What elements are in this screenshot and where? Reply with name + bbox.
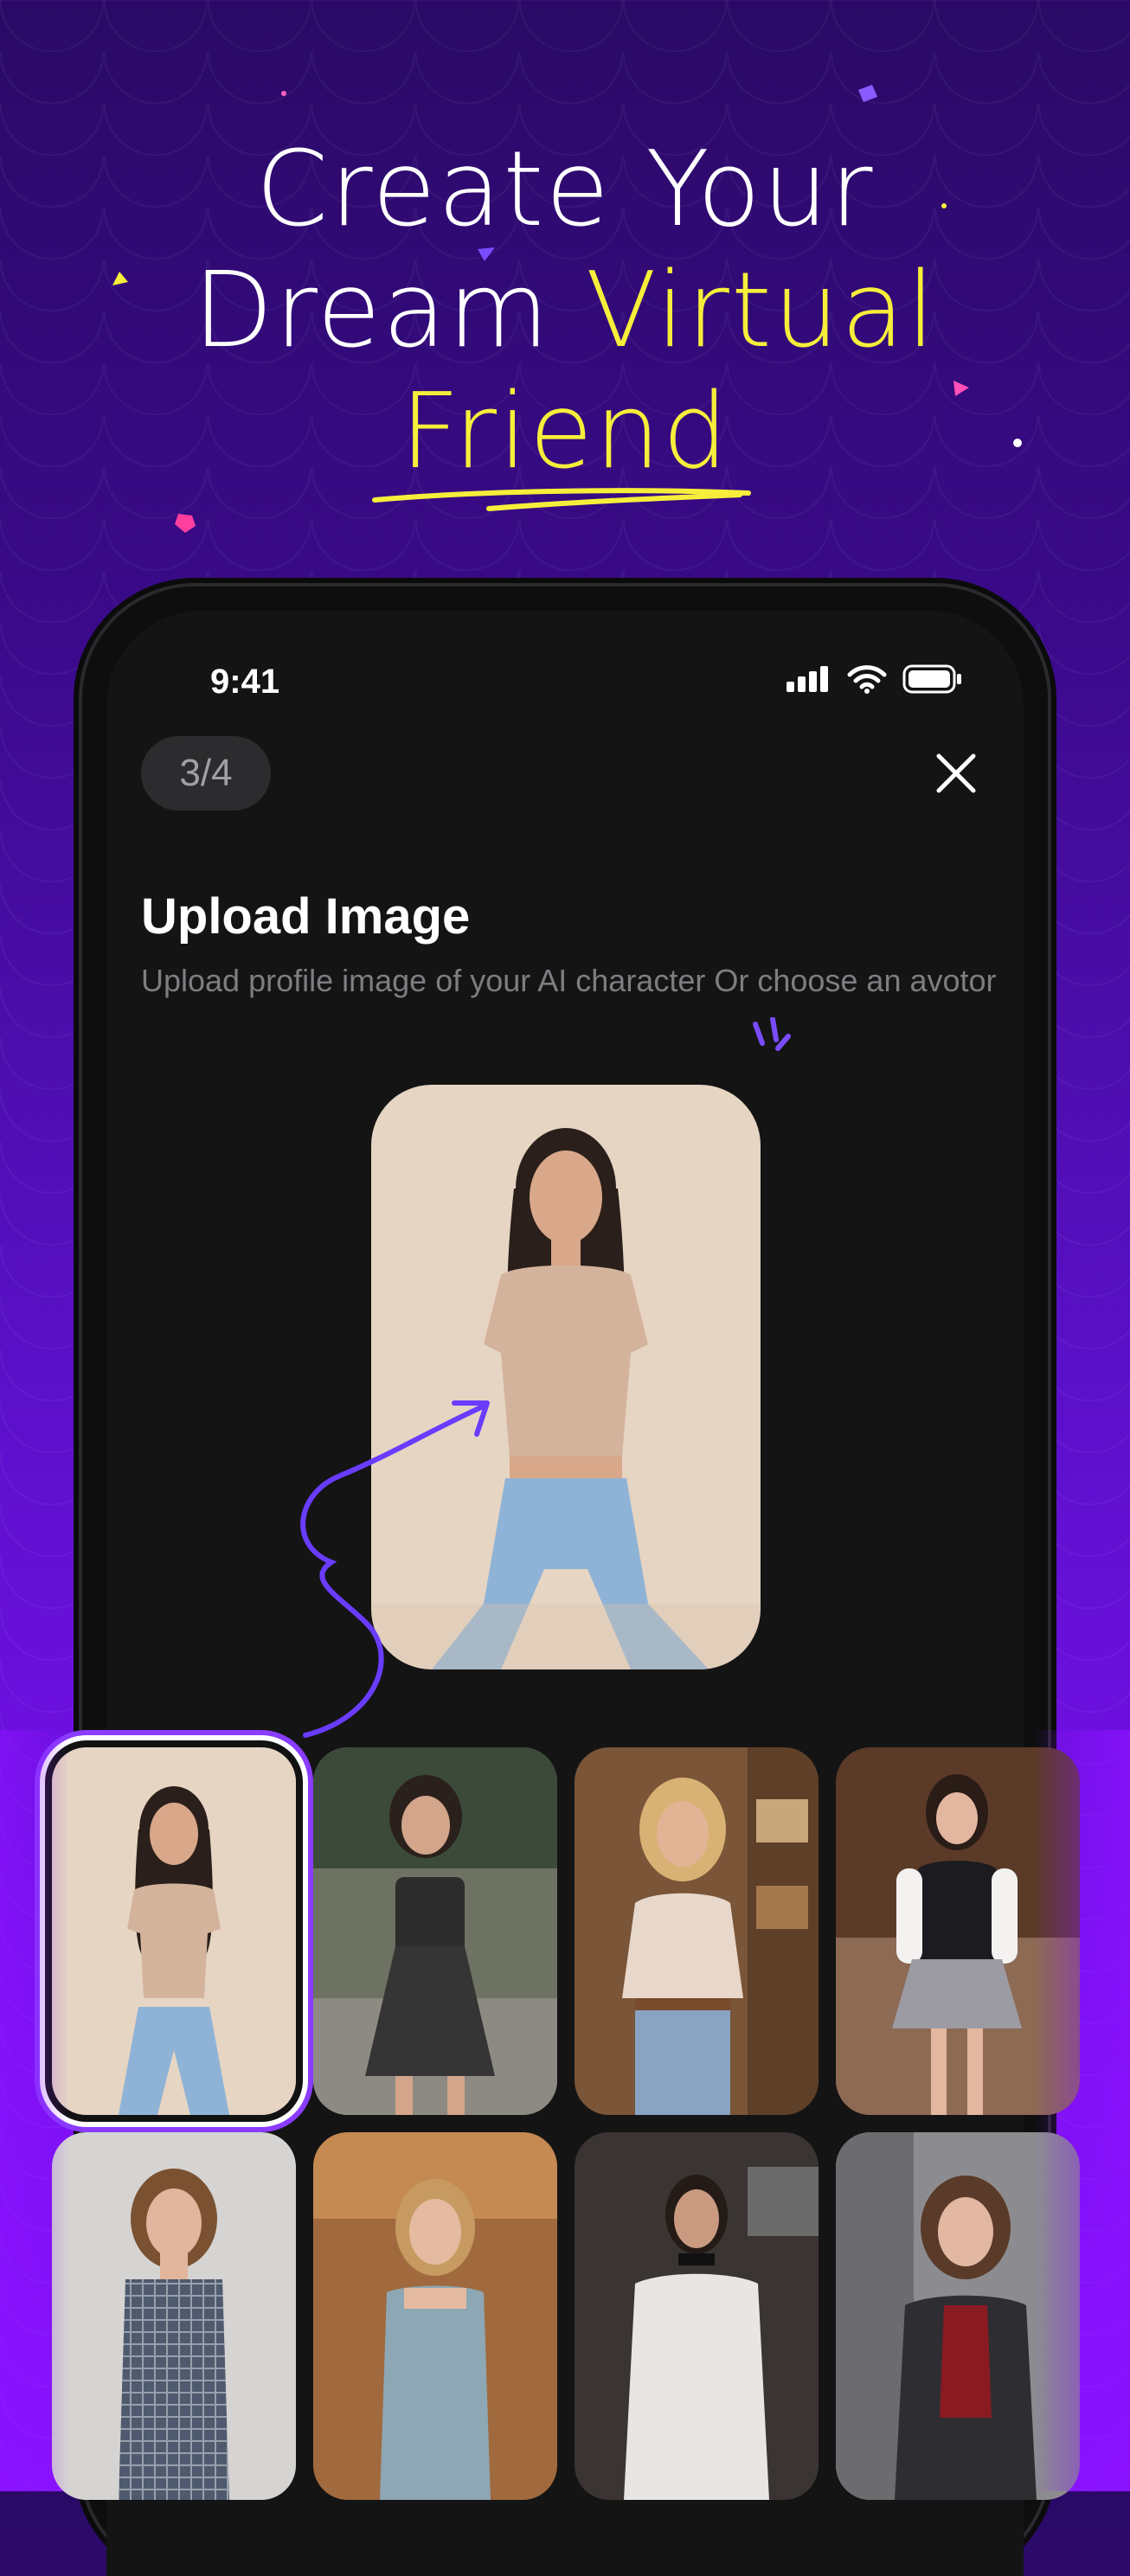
avatar-portrait-icon	[313, 2132, 557, 2500]
avatar-thumb-3[interactable]	[575, 1747, 819, 2115]
avatar-thumb-6[interactable]	[313, 2132, 557, 2500]
confetti-dot	[281, 91, 286, 96]
avatar-thumb-2[interactable]	[313, 1747, 557, 2115]
avatar-portrait-icon	[836, 1747, 1080, 2115]
avatar-portrait-icon	[575, 1747, 819, 2115]
avatar-portrait-icon	[575, 2132, 819, 2500]
marketing-headline: Create Your Dream Virtual Friend	[0, 130, 1130, 493]
battery-icon	[902, 664, 961, 694]
confetti-shape	[175, 514, 196, 533]
avatar-thumb-8[interactable]	[836, 2132, 1080, 2500]
avatar-thumb-5[interactable]	[52, 2132, 296, 2500]
headline-underline	[372, 488, 751, 511]
headline-yellow-part: Virtual	[585, 251, 937, 371]
step-indicator: 3/4	[141, 736, 271, 811]
close-icon[interactable]	[932, 749, 980, 798]
avatar-portrait-icon	[52, 1747, 296, 2115]
sparkle-icon	[753, 1017, 791, 1051]
status-time: 9:41	[210, 663, 280, 701]
headline-line-1: Create Your	[255, 130, 875, 250]
avatar-portrait-icon	[313, 1747, 557, 2115]
cellular-signal-icon	[787, 666, 828, 692]
status-icons	[787, 664, 963, 694]
page-title: Upload Image	[141, 888, 471, 945]
avatar-thumb-7[interactable]	[575, 2132, 819, 2500]
decorative-arrow	[300, 1400, 490, 1738]
avatar-grid	[52, 1747, 1082, 2500]
avatar-portrait-icon	[52, 2132, 296, 2500]
headline-white-part: Dream	[193, 251, 586, 371]
confetti-shape	[858, 85, 877, 102]
headline-line-2: Dream Virtual	[0, 251, 1130, 372]
wifi-icon	[847, 665, 887, 694]
avatar-thumb-1[interactable]	[52, 1747, 296, 2115]
avatar-portrait-icon	[836, 2132, 1080, 2500]
avatar-thumb-4[interactable]	[836, 1747, 1080, 2115]
page-subtitle: Upload profile image of your AI characte…	[141, 963, 997, 998]
headline-line-3: Friend	[400, 372, 730, 492]
